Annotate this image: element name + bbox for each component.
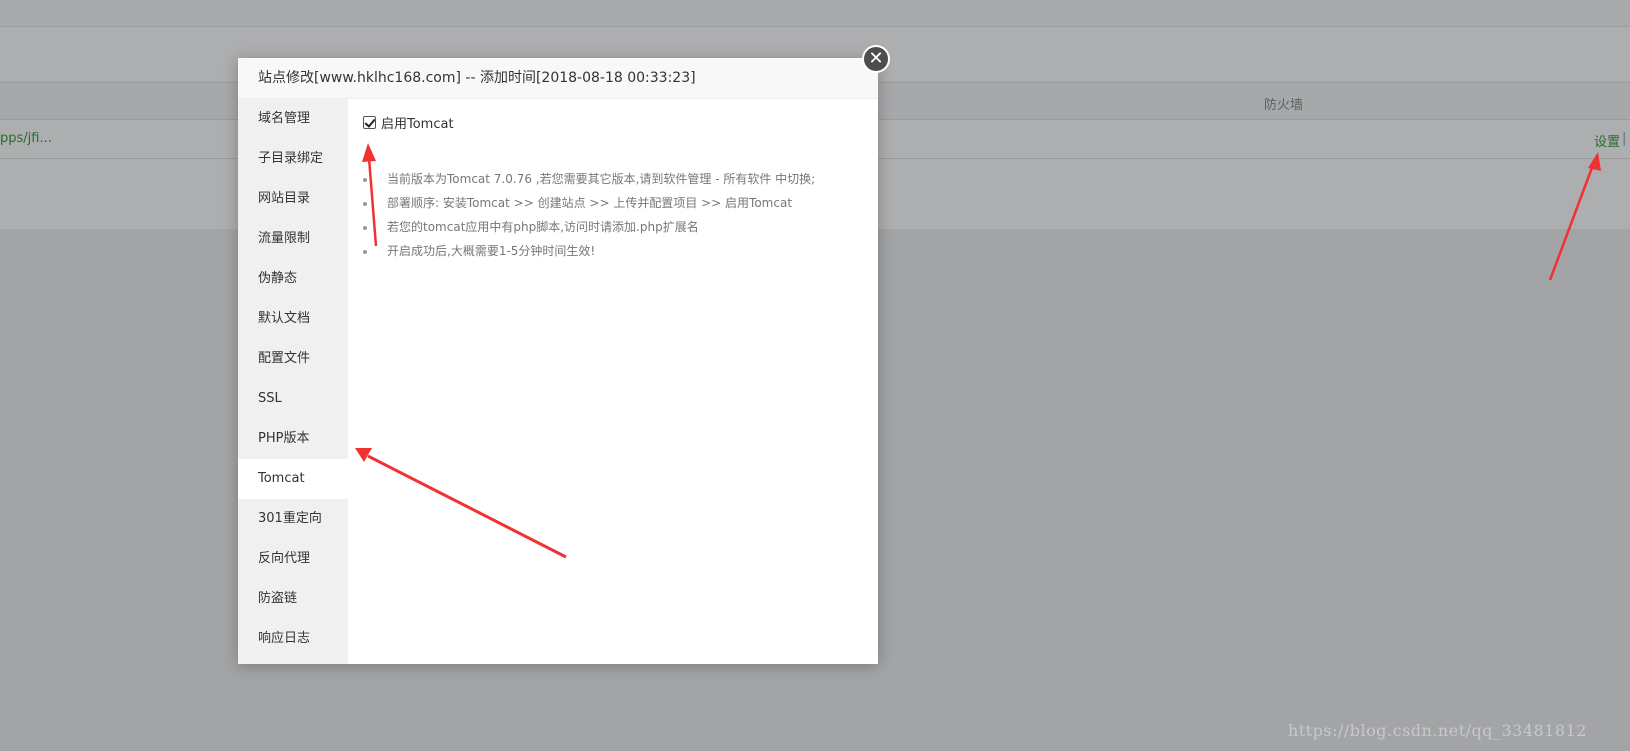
watermark-text: https://blog.csdn.net/qq_33481812 [1288,721,1587,740]
close-icon[interactable]: ✕ [862,45,890,73]
firewall-column-header: 防火墙 [1264,98,1304,113]
sidebar-item-tomcat[interactable]: Tomcat [238,459,348,499]
enable-tomcat-checkbox[interactable] [363,116,376,129]
list-item: 若您的tomcat应用中有php脚本,访问时请添加.php扩展名 [362,215,815,239]
link-separator: | [1622,131,1627,146]
sidebar-item-subdirectory[interactable]: 子目录绑定 [238,139,348,179]
tomcat-tips-list: 当前版本为Tomcat 7.0.76 ,若您需要其它版本,请到软件管理 - 所有… [362,167,815,263]
sidebar-item-traffic-limit[interactable]: 流量限制 [238,219,348,259]
list-item: 当前版本为Tomcat 7.0.76 ,若您需要其它版本,请到软件管理 - 所有… [362,167,815,191]
background-top-bar [0,0,1630,27]
sidebar-item-default-doc[interactable]: 默认文档 [238,299,348,339]
enable-tomcat-row[interactable]: 启用Tomcat [363,113,454,132]
modal-title: 站点修改[www.hklhc168.com] -- 添加时间[2018-08-1… [238,58,878,99]
site-path-link[interactable]: pps/jfi... [0,131,52,146]
site-edit-modal: 站点修改[www.hklhc168.com] -- 添加时间[2018-08-1… [238,45,890,664]
sidebar-item-reverse-proxy[interactable]: 反向代理 [238,539,348,579]
sidebar-item-redirect[interactable]: 301重定向 [238,499,348,539]
modal-sidebar: 域名管理 子目录绑定 网站目录 流量限制 伪静态 默认文档 配置文件 SSL P… [238,99,348,664]
sidebar-item-response-log[interactable]: 响应日志 [238,619,348,659]
sidebar-item-site-directory[interactable]: 网站目录 [238,179,348,219]
sidebar-item-ssl[interactable]: SSL [238,379,348,419]
list-item: 部署顺序: 安装Tomcat >> 创建站点 >> 上传并配置项目 >> 启用T… [362,191,815,215]
list-item: 开启成功后,大概需要1-5分钟时间生效! [362,239,815,263]
enable-tomcat-label[interactable]: 启用Tomcat [381,113,454,132]
tomcat-panel: 启用Tomcat 当前版本为Tomcat 7.0.76 ,若您需要其它版本,请到… [348,99,878,664]
sidebar-item-php-version[interactable]: PHP版本 [238,419,348,459]
settings-link[interactable]: 设置 [1594,131,1620,150]
sidebar-item-hotlink[interactable]: 防盗链 [238,579,348,619]
sidebar-item-rewrite[interactable]: 伪静态 [238,259,348,299]
sidebar-item-config-file[interactable]: 配置文件 [238,339,348,379]
sidebar-item-domain[interactable]: 域名管理 [238,99,348,139]
